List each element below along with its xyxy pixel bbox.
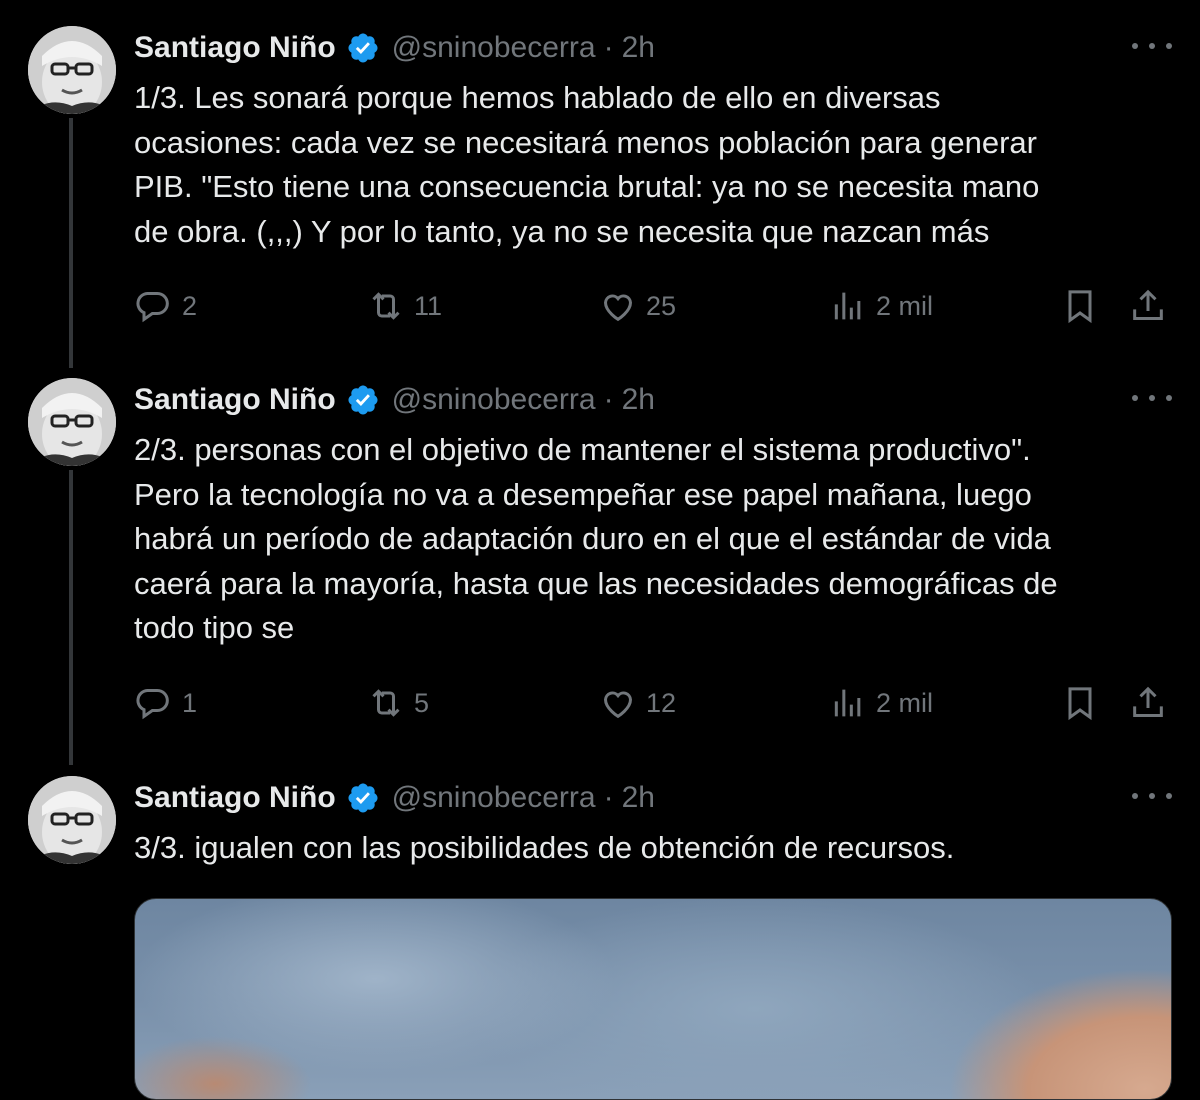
- tweet-text: 3/3. igualen con las posibilidades de ob…: [134, 830, 955, 865]
- retweet-button[interactable]: 11: [366, 284, 442, 328]
- separator: ·: [603, 781, 614, 814]
- verified-badge-icon: [348, 783, 378, 813]
- author-name[interactable]: Santiago Niño: [134, 383, 336, 417]
- share-button[interactable]: [1128, 284, 1168, 328]
- timestamp[interactable]: 2h: [622, 383, 655, 417]
- avatar[interactable]: [28, 378, 116, 466]
- share-icon: [1133, 686, 1163, 717]
- timestamp[interactable]: 2h: [622, 31, 655, 65]
- views-button[interactable]: 2 mil: [828, 284, 933, 328]
- retweet-icon: [372, 689, 400, 717]
- reply-count: 1: [182, 687, 198, 718]
- tweet[interactable]: Santiago Niño @sninobecerra · 2h 3/3. ig…: [0, 776, 1200, 886]
- reply-icon: [136, 689, 169, 720]
- bookmark-icon: [1068, 687, 1092, 721]
- views-button[interactable]: 2 mil: [828, 681, 933, 725]
- retweet-count: 11: [414, 290, 443, 321]
- retweet-count: 5: [414, 687, 430, 718]
- tweet[interactable]: Santiago Niño @sninobecerra · 2h 2/3. pe…: [0, 378, 1200, 748]
- like-count: 25: [646, 290, 677, 321]
- reply-button[interactable]: 1: [134, 681, 197, 725]
- views-icon: [834, 689, 861, 717]
- author-name[interactable]: Santiago Niño: [134, 31, 336, 65]
- verified-badge-icon: [348, 385, 378, 415]
- retweet-button[interactable]: 5: [366, 681, 429, 725]
- bookmark-button[interactable]: [1060, 681, 1100, 725]
- views-count: 2 mil: [876, 687, 934, 718]
- author-name[interactable]: Santiago Niño: [134, 781, 336, 815]
- separator: ·: [603, 383, 614, 416]
- more-icon[interactable]: [1132, 386, 1172, 410]
- tweet-header: Santiago Niño @sninobecerra · 2h: [134, 380, 655, 420]
- tweet[interactable]: Santiago Niño @sninobecerra · 2h 1/3. Le…: [0, 26, 1200, 346]
- reply-count: 2: [182, 290, 198, 321]
- tweet-text: 2/3. personas con el objetivo de mantene…: [134, 432, 1058, 645]
- bookmark-icon: [1068, 290, 1092, 324]
- tweet-header: Santiago Niño @sninobecerra · 2h: [134, 28, 655, 68]
- tweet-media-image[interactable]: [134, 898, 1172, 1100]
- more-icon[interactable]: [1132, 34, 1172, 58]
- reply-button[interactable]: 2: [134, 284, 197, 328]
- tweet-text: 1/3. Les sonará porque hemos hablado de …: [134, 80, 1040, 249]
- author-handle[interactable]: @sninobecerra: [392, 31, 596, 65]
- author-handle[interactable]: @sninobecerra: [392, 383, 596, 417]
- like-count: 12: [646, 687, 677, 718]
- views-icon: [834, 292, 861, 320]
- share-icon: [1133, 289, 1163, 320]
- retweet-icon: [372, 292, 400, 320]
- timestamp[interactable]: 2h: [622, 781, 655, 815]
- tweet-actions: 2 11 25 2 mil: [134, 284, 1174, 328]
- heart-icon: [603, 691, 633, 719]
- avatar[interactable]: [28, 776, 116, 864]
- share-button[interactable]: [1128, 681, 1168, 725]
- tweet-header: Santiago Niño @sninobecerra · 2h: [134, 778, 655, 818]
- bookmark-button[interactable]: [1060, 284, 1100, 328]
- author-handle[interactable]: @sninobecerra: [392, 781, 596, 815]
- reply-icon: [136, 292, 169, 323]
- separator: ·: [603, 31, 614, 64]
- more-icon[interactable]: [1132, 784, 1172, 808]
- verified-badge-icon: [348, 33, 378, 63]
- heart-icon: [603, 294, 633, 322]
- like-button[interactable]: 12: [598, 681, 676, 725]
- tweet-actions: 1 5 12 2 mil: [134, 681, 1174, 725]
- views-count: 2 mil: [876, 290, 934, 321]
- like-button[interactable]: 25: [598, 284, 676, 328]
- avatar[interactable]: [28, 26, 116, 114]
